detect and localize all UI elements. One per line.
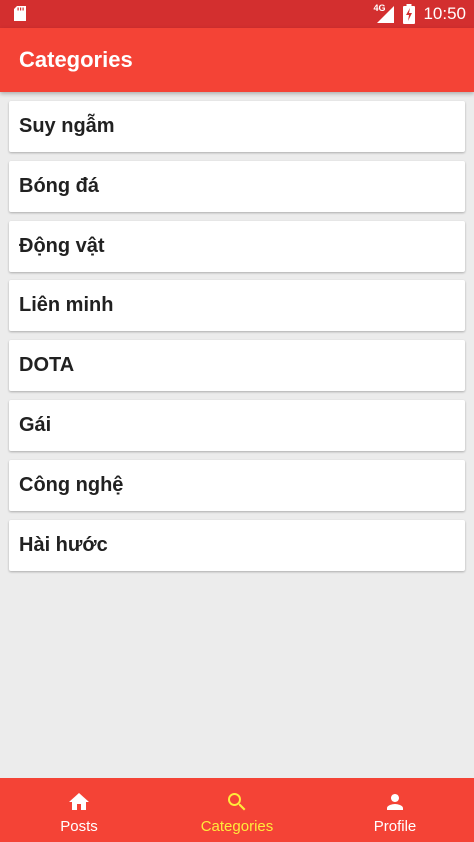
bottom-navigation: Posts Categories Profile xyxy=(0,778,474,842)
app-bar: Categories xyxy=(0,28,474,92)
category-item[interactable]: Gái xyxy=(9,399,465,451)
status-bar: 4G 10:50 xyxy=(0,0,474,28)
home-icon xyxy=(69,793,89,810)
person-icon xyxy=(387,794,403,810)
nav-categories[interactable]: Categories xyxy=(158,778,316,842)
nav-posts[interactable]: Posts xyxy=(0,778,158,842)
category-list: Suy ngẫm Bóng đá Động vật Liên minh DOTA… xyxy=(9,101,465,579)
category-item[interactable]: Công nghệ xyxy=(9,459,465,511)
category-item[interactable]: Động vật xyxy=(9,220,465,272)
nav-posts-label: Posts xyxy=(60,818,98,835)
category-item[interactable]: Hài hước xyxy=(9,519,465,571)
category-item[interactable]: Suy ngẫm xyxy=(9,101,465,152)
nav-profile[interactable]: Profile xyxy=(316,778,474,842)
page-title: Categories xyxy=(19,47,133,72)
category-item[interactable]: Bóng đá xyxy=(9,160,465,212)
category-item[interactable]: DOTA xyxy=(9,340,465,392)
sd-card-icon xyxy=(14,6,26,21)
category-item[interactable]: Liên minh xyxy=(9,280,465,332)
search-icon xyxy=(228,793,246,811)
signal-indicator: 4G xyxy=(373,3,395,24)
clock: 10:50 xyxy=(423,4,466,23)
nav-profile-label: Profile xyxy=(373,818,417,835)
signal-icon xyxy=(377,6,395,23)
nav-categories-label: Categories xyxy=(200,818,274,835)
battery-icon xyxy=(403,4,416,24)
